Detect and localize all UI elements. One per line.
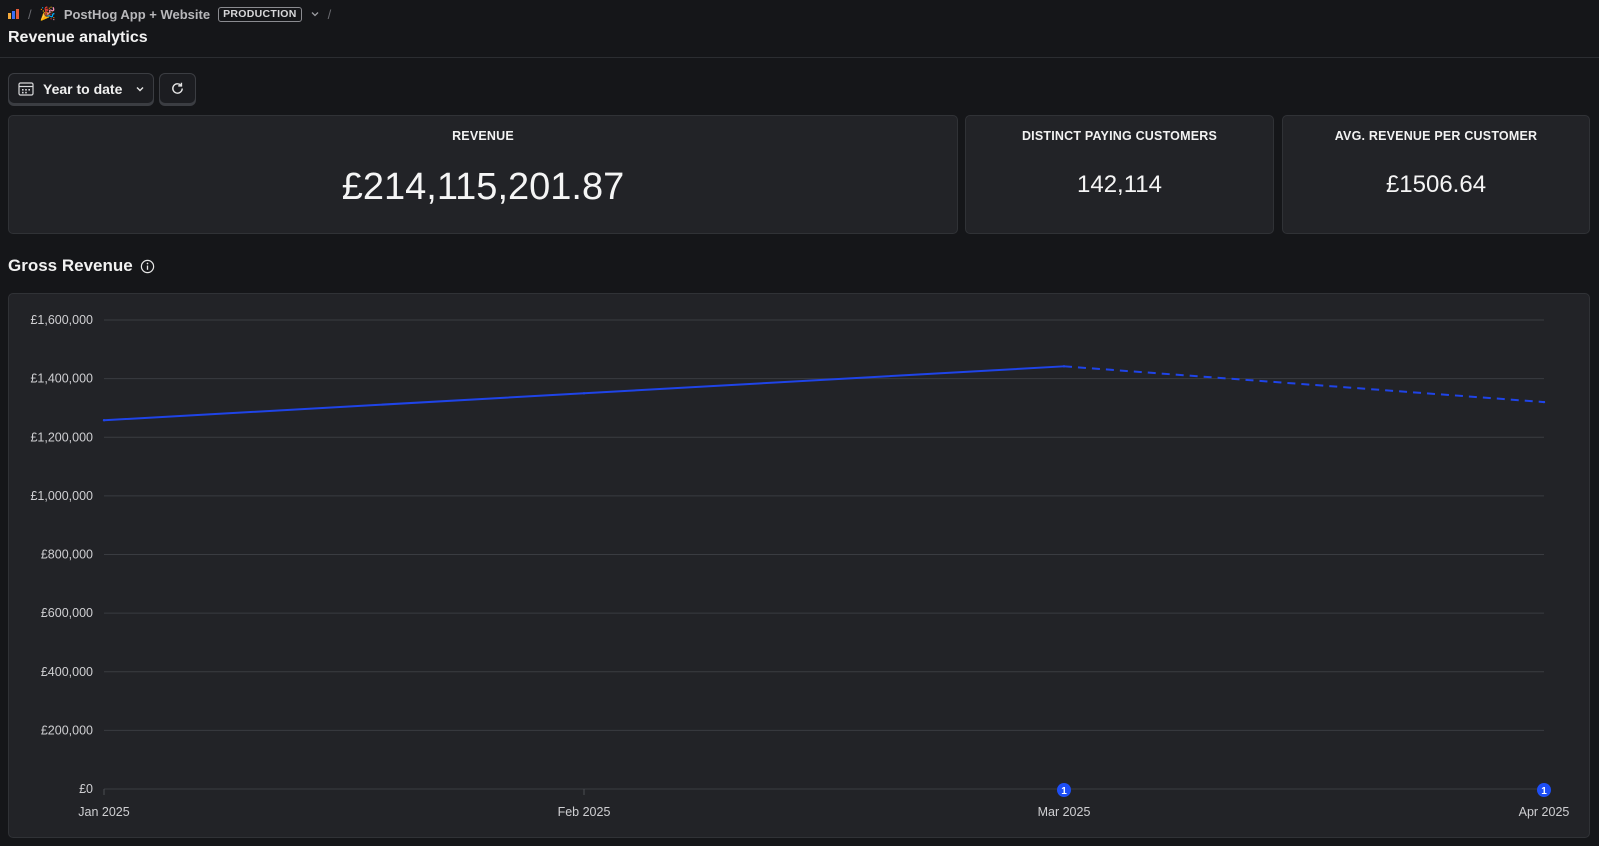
data-point: [102, 419, 106, 422]
breadcrumb: / 🎉 PostHog App + Website PRODUCTION /: [8, 5, 331, 23]
environment-badge: PRODUCTION: [218, 6, 302, 22]
x-tick-label: Apr 2025: [1519, 805, 1570, 819]
y-tick-label: £400,000: [41, 665, 93, 679]
section-header: Gross Revenue: [8, 255, 155, 277]
paying-customers-label: DISTINCT PAYING CUSTOMERS: [1021, 129, 1218, 143]
refresh-icon: [172, 82, 183, 94]
page-title: Revenue analytics: [8, 29, 148, 46]
avg-revenue-label: AVG. REVENUE PER CUSTOMER: [1334, 129, 1538, 143]
revenue-card: REVENUE £214,115,201.87: [8, 115, 958, 234]
y-tick-label: £800,000: [41, 548, 93, 562]
x-tick-label: Jan 2025: [78, 805, 129, 819]
party-popper-icon: 🎉: [39, 6, 56, 21]
refresh-button[interactable]: [159, 73, 196, 104]
gross-revenue-chart: £0 £200,000 £400,000 £600,000 £800,000 £1,000…: [8, 293, 1590, 838]
y-tick-label: £1,000,000: [30, 489, 93, 503]
posthog-logo-icon[interactable]: [8, 9, 20, 19]
avg-revenue-value: £1506.64: [1385, 171, 1487, 198]
x-tick-label: Feb 2025: [558, 805, 611, 819]
y-tick-label: £0: [79, 782, 93, 796]
info-icon[interactable]: [140, 259, 155, 274]
y-tick-label: £600,000: [41, 606, 93, 620]
annotation-count: 1: [1061, 786, 1067, 797]
revenue-value: £214,115,201.87: [341, 166, 625, 208]
toolbar: Year to date: [8, 73, 196, 104]
breadcrumb-separator: /: [28, 6, 32, 22]
avg-revenue-card: AVG. REVENUE PER CUSTOMER £1506.64: [1282, 115, 1590, 234]
date-range-label: Year to date: [43, 80, 123, 97]
chevron-down-icon: [136, 86, 144, 91]
y-tick-label: £200,000: [41, 723, 93, 737]
revenue-label: REVENUE: [452, 129, 514, 143]
line-chart: £0 £200,000 £400,000 £600,000 £800,000 £1,000…: [30, 313, 1570, 819]
calendar-icon: [18, 81, 34, 96]
breadcrumb-separator: /: [327, 6, 332, 22]
chevron-down-icon[interactable]: [310, 9, 320, 19]
annotation-count: 1: [1541, 786, 1547, 797]
data-point: [582, 392, 586, 395]
top-bar: / 🎉 PostHog App + Website PRODUCTION / R…: [0, 0, 1599, 58]
y-tick-label: £1,400,000: [30, 372, 93, 386]
section-title: Gross Revenue: [8, 256, 133, 275]
date-range-picker[interactable]: Year to date: [8, 73, 154, 104]
y-tick-label: £1,200,000: [30, 430, 93, 444]
data-point: [1062, 365, 1066, 368]
data-point: [1542, 400, 1546, 404]
series-line-incomplete: [1063, 365, 1545, 404]
x-tick-label: Mar 2025: [1038, 805, 1091, 819]
paying-customers-card: DISTINCT PAYING CUSTOMERS 142,114: [965, 115, 1274, 234]
project-name[interactable]: PostHog App + Website: [64, 7, 210, 22]
y-tick-label: £1,600,000: [30, 313, 93, 327]
paying-customers-value: 142,114: [1077, 171, 1162, 198]
